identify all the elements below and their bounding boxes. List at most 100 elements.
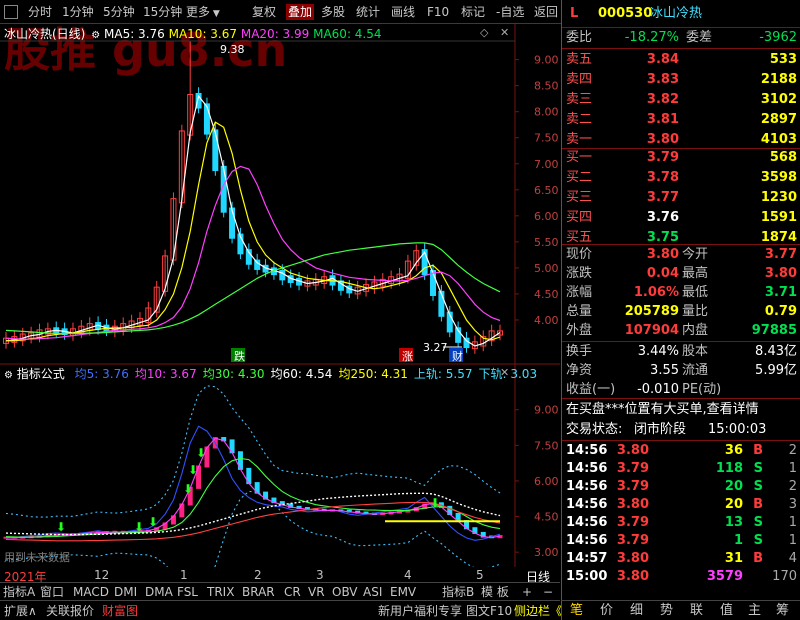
- notice-text: 在买盘***位置有大买单,查看详情: [566, 402, 759, 417]
- quote-value: 107904: [624, 323, 679, 338]
- tick-volume: 31: [724, 551, 743, 566]
- tab-cr[interactable]: CR: [284, 584, 301, 600]
- tab-bi[interactable]: 笔: [570, 602, 583, 620]
- tongji-button[interactable]: 统计: [356, 4, 380, 20]
- tick-row: 15:00 3.80 3579 170: [562, 568, 800, 586]
- tab-window[interactable]: 窗口: [40, 584, 64, 600]
- tab-chou[interactable]: 筹: [776, 602, 789, 620]
- diejia-button[interactable]: 叠加: [286, 4, 315, 20]
- quote-value: 0.79: [764, 304, 797, 319]
- tick-bs: S: [753, 461, 763, 476]
- fundamental-value: 3.55: [650, 363, 679, 378]
- indicator-bar: [246, 467, 252, 485]
- wealth-chart-link[interactable]: 财富图: [102, 603, 138, 619]
- avg5-line: [5, 425, 501, 541]
- menu-icon[interactable]: ⚙: [4, 370, 13, 381]
- trade-status-time: 15:00:03: [708, 422, 767, 437]
- fundamental-row: 收益(一) -0.010 PE(动): [562, 380, 800, 400]
- fundamental-label: PE(动): [682, 382, 722, 397]
- tab-asi[interactable]: ASI: [363, 584, 382, 600]
- huaxian-button[interactable]: 画线: [391, 4, 415, 20]
- tab-xi[interactable]: 细: [630, 602, 643, 620]
- tab-fenshi[interactable]: 分时: [28, 4, 52, 20]
- quote-label: 内盘: [682, 323, 709, 338]
- indicator-value-label: 均5: 3.76: [74, 367, 129, 381]
- quote-value: 97885: [751, 323, 797, 338]
- bids-row[interactable]: 买一 3.79 568: [562, 148, 800, 168]
- settings-icon[interactable]: ⚙: [91, 30, 100, 41]
- tab-5min[interactable]: 5分钟: [103, 4, 135, 20]
- tab-emv[interactable]: EMV: [390, 584, 416, 600]
- tab-vr[interactable]: VR: [308, 584, 325, 600]
- menu-icon[interactable]: [4, 5, 18, 19]
- tab-template[interactable]: 模 板: [481, 584, 509, 600]
- tab-indicator-a[interactable]: 指标A: [3, 584, 35, 600]
- axis-label: 4: [404, 568, 412, 582]
- tab-brar[interactable]: BRAR: [242, 584, 275, 600]
- zoom-in-button[interactable]: +: [522, 584, 532, 600]
- close-icon[interactable]: ✕: [500, 26, 509, 39]
- bids-row[interactable]: 买二 3.78 3598: [562, 168, 800, 188]
- f10-link[interactable]: 图文F10: [466, 603, 512, 619]
- y-tick-label: 7.50: [534, 132, 559, 145]
- fuquan-button[interactable]: 复权: [252, 4, 276, 20]
- asks-row[interactable]: 卖五 3.84 533: [562, 50, 800, 70]
- tab-indicator-b[interactable]: 指标B: [442, 584, 474, 600]
- related-quotes-link[interactable]: 关联报价: [46, 603, 94, 619]
- indicator-y-tick-label: 6.00: [534, 475, 559, 488]
- tag-zhang-label: 涨: [402, 350, 413, 363]
- tick-row: 14:56 3.80 36 B 2: [562, 442, 800, 460]
- diamond-icon[interactable]: ◇: [480, 26, 488, 39]
- new-user-link[interactable]: 新用户福利专享: [378, 603, 462, 619]
- tick-volume: 36: [724, 443, 743, 458]
- tag-die-label: 跌: [234, 349, 245, 363]
- candle-body: [212, 129, 219, 172]
- tab-macd[interactable]: MACD: [73, 584, 109, 600]
- zixuan-button[interactable]: -自选: [496, 4, 524, 20]
- quote-label: 总量: [566, 304, 593, 319]
- f10-button[interactable]: F10: [427, 4, 449, 20]
- asks-row[interactable]: 卖三 3.82 3102: [562, 90, 800, 110]
- tab-more[interactable]: 更多 ▼: [186, 4, 220, 20]
- stock-header: L 000530 冰山冷热: [562, 4, 800, 24]
- expand-button[interactable]: 扩展∧: [4, 603, 37, 619]
- fanhui-button[interactable]: 返回: [534, 4, 558, 20]
- bids-row[interactable]: 买四 3.76 1591: [562, 208, 800, 228]
- zoom-out-button[interactable]: −: [543, 584, 553, 600]
- tick-price: 3.79: [616, 515, 649, 530]
- tab-lian[interactable]: 联: [690, 602, 703, 620]
- tab-1min[interactable]: 1分钟: [62, 4, 94, 20]
- tab-fsl[interactable]: FSL: [177, 584, 198, 600]
- tab-dmi[interactable]: DMI: [114, 584, 137, 600]
- sidebar-toggle[interactable]: 侧边栏《: [514, 603, 562, 619]
- asks-row[interactable]: 卖四 3.83 2188: [562, 70, 800, 90]
- bids-volume: 568: [769, 150, 797, 165]
- asks-row[interactable]: 卖二 3.81 2897: [562, 110, 800, 130]
- fundamental-row: 换手 3.44% 股本 8.43亿: [562, 342, 800, 362]
- tab-dma[interactable]: DMA: [145, 584, 173, 600]
- ma10-line: [6, 121, 501, 342]
- tick-count: 1: [788, 515, 797, 530]
- quote-value: 3.77: [764, 247, 797, 262]
- kline-chart[interactable]: 股推 gu8.cn 9.008.508.007.507.006.506.005.…: [0, 24, 560, 567]
- tab-zhi[interactable]: 值: [720, 602, 733, 620]
- biaoji-button[interactable]: 标记: [461, 4, 485, 20]
- bids-row[interactable]: 买三 3.77 1230: [562, 188, 800, 208]
- chart-area[interactable]: 股推 gu8.cn 9.00 8.50 8.00 7.50 7.00 6.50 6.00 5.…: [0, 24, 560, 584]
- tab-zhu[interactable]: 主: [748, 602, 761, 620]
- quote-label: 涨跌: [566, 266, 593, 281]
- tab-15min[interactable]: 15分钟: [143, 4, 182, 20]
- axis-label: 1: [180, 568, 188, 582]
- tab-jia[interactable]: 价: [600, 602, 613, 620]
- arrow-down-icon: ⬇: [148, 515, 158, 529]
- asks-row[interactable]: 卖一 3.80 4103: [562, 130, 800, 150]
- asks-volume: 4103: [760, 132, 797, 147]
- quote-label: 涨幅: [566, 285, 593, 300]
- tab-trix[interactable]: TRIX: [207, 584, 234, 600]
- close-icon[interactable]: ✕: [500, 366, 509, 379]
- tab-shi[interactable]: 势: [660, 602, 673, 620]
- tab-obv[interactable]: OBV: [332, 584, 358, 600]
- duogu-button[interactable]: 多股: [321, 4, 345, 20]
- notice-row[interactable]: 在买盘***位置有大买单,查看详情: [562, 400, 800, 420]
- indicator-title: 指标公式: [16, 367, 65, 381]
